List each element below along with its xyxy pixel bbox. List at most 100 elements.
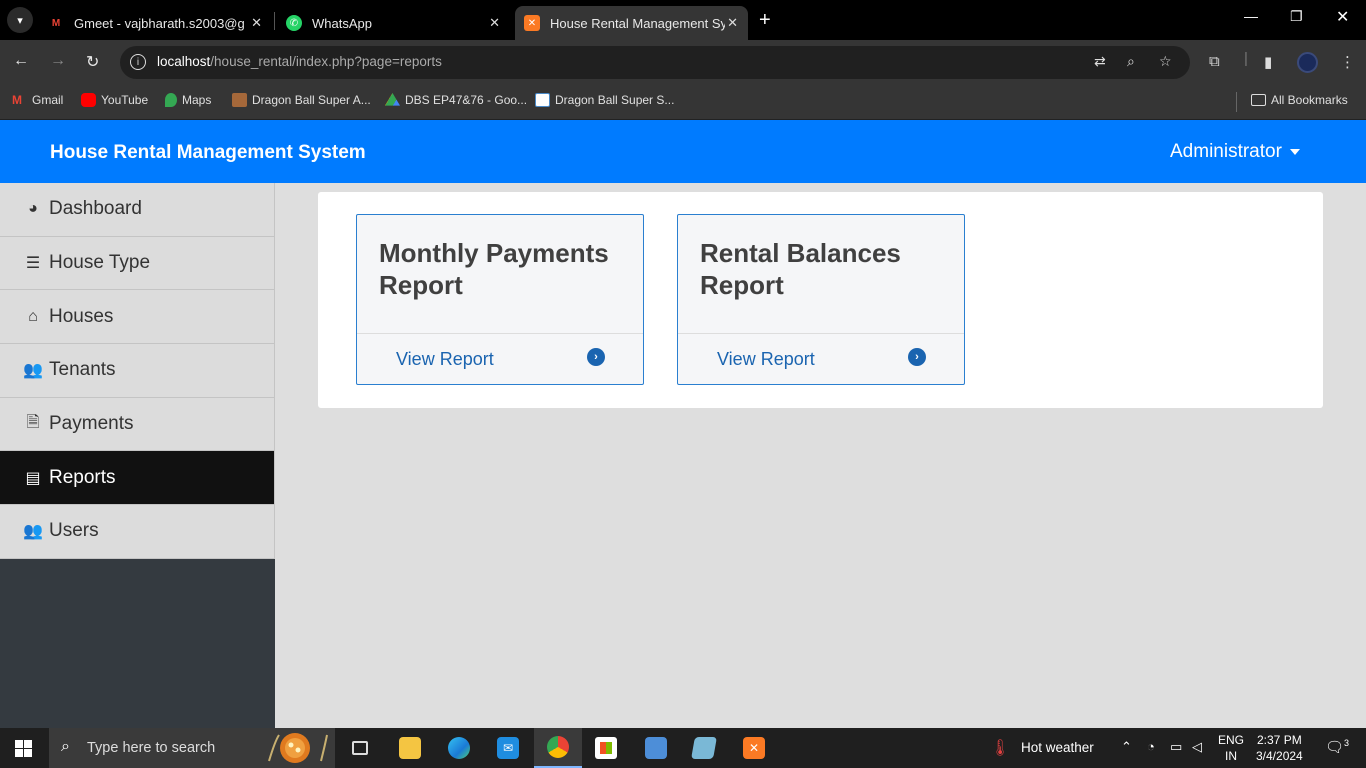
sidebar-item-house-type[interactable]: ☰ House Type — [0, 236, 275, 291]
bookmark-label: Dragon Ball Super S... — [555, 93, 675, 107]
reports-panel: Monthly Payments Report View Report › Re… — [318, 192, 1323, 408]
back-icon[interactable]: ← — [13, 52, 29, 70]
close-icon[interactable]: ✕ — [489, 15, 500, 31]
view-report-link[interactable]: View Report — [717, 349, 815, 370]
card-footer[interactable]: View Report › — [678, 333, 964, 385]
app-header: House Rental Management System Administr… — [0, 120, 1366, 183]
bookmark-dbs-a[interactable]: Dragon Ball Super A... — [232, 93, 371, 107]
file-invoice-icon: 🗎 — [26, 413, 40, 431]
file-explorer-icon[interactable] — [386, 728, 434, 768]
new-tab-button[interactable]: + — [759, 9, 771, 32]
maps-icon — [165, 93, 177, 107]
sidebar-item-tenants[interactable]: 👥 Tenants — [0, 344, 275, 398]
report-card-monthly-payments: Monthly Payments Report View Report › — [356, 214, 644, 385]
sidebar-item-label: Tenants — [49, 359, 116, 381]
reload-icon[interactable]: ↻ — [86, 52, 99, 72]
tab-house-rental[interactable]: ✕ House Rental Management System ✕ — [515, 6, 748, 40]
volume-icon[interactable]: ◁ — [1192, 739, 1202, 755]
sidebar-item-reports[interactable]: ▤ Reports — [0, 451, 275, 506]
sidebar-item-label: Payments — [49, 413, 134, 435]
bookmark-dbs-s[interactable]: Dragon Ball Super S... — [535, 93, 674, 107]
menu-icon[interactable]: ⋮ — [1340, 53, 1355, 71]
folder-icon — [1251, 94, 1266, 106]
chrome-icon[interactable] — [534, 728, 582, 768]
sidebar-item-label: Houses — [49, 305, 114, 327]
language-indicator[interactable]: ENG IN — [1218, 732, 1244, 764]
bookmark-gmail[interactable]: M Gmail — [12, 93, 63, 107]
bookmark-dbs-drive[interactable]: DBS EP47&76 - Goo... — [385, 93, 527, 107]
tab-gmeet[interactable]: M Gmeet - vajbharath.s2003@gmail.com ✕ — [40, 6, 272, 40]
tab-search-button[interactable]: ▾ — [7, 7, 33, 33]
clock[interactable]: 2:37 PM 3/4/2024 — [1256, 732, 1303, 764]
laptop-app-icon[interactable] — [632, 728, 680, 768]
user-dropdown[interactable]: Administrator — [1170, 141, 1300, 163]
bookmark-label: Dragon Ball Super A... — [252, 93, 371, 107]
chevron-up-icon[interactable]: ⌃ — [1121, 739, 1132, 755]
url-path: /house_rental/index.php?page=reports — [210, 54, 442, 69]
region-code: IN — [1225, 749, 1237, 763]
site-icon — [535, 93, 550, 107]
tab-title: WhatsApp — [312, 15, 372, 31]
bookmark-star-icon[interactable]: ☆ — [1159, 53, 1172, 70]
edge-icon[interactable] — [435, 728, 483, 768]
all-bookmarks-label: All Bookmarks — [1271, 93, 1348, 107]
sidebar-item-dashboard[interactable]: ◕ Dashboard — [0, 183, 275, 237]
task-view-icon[interactable] — [336, 728, 384, 768]
sidebar-item-houses[interactable]: ⌂ Houses — [0, 290, 275, 345]
sidebar: ◕ Dashboard ☰ House Type ⌂ Houses 👥 Tena… — [0, 183, 275, 728]
sidebar-item-label: Reports — [49, 466, 116, 488]
youtube-icon — [81, 93, 96, 107]
gmail-icon: M — [12, 93, 22, 107]
restore-icon[interactable]: ❐ — [1290, 8, 1303, 25]
gmail-icon: M — [51, 17, 61, 29]
bookmark-label: Maps — [182, 93, 212, 107]
chevron-circle-right-icon[interactable]: › — [908, 348, 926, 366]
site-info-icon[interactable]: i — [130, 54, 146, 70]
url-text[interactable]: localhost/house_rental/index.php?page=re… — [157, 54, 442, 69]
tab-title: House Rental Management System — [550, 15, 725, 31]
list-icon: ☰ — [25, 255, 41, 273]
view-report-link[interactable]: View Report — [396, 349, 494, 370]
weather-text[interactable]: Hot weather — [1021, 740, 1094, 755]
bookmark-maps[interactable]: Maps — [165, 93, 211, 107]
minimize-icon[interactable]: — — [1244, 8, 1258, 24]
notepad-icon[interactable] — [680, 728, 728, 768]
bookmark-youtube[interactable]: YouTube — [81, 93, 148, 107]
time-text: 2:37 PM — [1257, 733, 1302, 747]
tab-separator — [274, 12, 275, 30]
drive-icon — [385, 93, 400, 106]
window-close-icon[interactable]: ✕ — [1336, 7, 1349, 27]
card-title: Monthly Payments Report — [379, 238, 609, 300]
close-icon[interactable]: ✕ — [251, 15, 262, 31]
chevron-circle-right-icon[interactable]: › — [587, 348, 605, 366]
browser-toolbar: ← → ↻ i localhost/house_rental/index.php… — [0, 40, 1366, 85]
battery-icon[interactable]: ▭ — [1170, 739, 1182, 755]
windows-start-icon[interactable] — [15, 740, 32, 757]
toolbar-divider: | — [1244, 50, 1248, 67]
profile-avatar[interactable] — [1297, 52, 1318, 73]
tab-whatsapp[interactable]: ✆ WhatsApp ✕ — [278, 6, 510, 40]
bookmarks-divider — [1236, 92, 1237, 112]
tachometer-icon: ◕ — [28, 200, 38, 218]
extensions-icon[interactable]: ⧉ — [1209, 53, 1220, 70]
card-footer[interactable]: View Report › — [357, 333, 643, 385]
side-panel-icon[interactable]: ▮ — [1264, 53, 1272, 71]
all-bookmarks[interactable]: All Bookmarks — [1251, 93, 1348, 107]
sidebar-item-users[interactable]: 👥 Users — [0, 505, 275, 559]
image-icon — [232, 93, 247, 107]
translate-icon[interactable]: ⇄ — [1094, 53, 1106, 70]
wifi-icon[interactable]: ◔ — [1147, 739, 1155, 754]
sidebar-item-payments[interactable]: 🗎 Payments — [0, 397, 275, 452]
store-icon[interactable] — [582, 728, 630, 768]
xampp-taskbar-icon[interactable]: ✕ — [730, 728, 778, 768]
search-highlight-icon — [268, 733, 328, 763]
card-title: Rental Balances Report — [700, 238, 901, 300]
taskbar-search[interactable]: ⌕ Type here to search — [49, 728, 335, 768]
close-icon[interactable]: ✕ — [727, 15, 738, 31]
notifications-icon[interactable]: 🗨3 — [1325, 738, 1349, 756]
forward-icon[interactable]: → — [50, 52, 66, 70]
address-bar[interactable]: i localhost/house_rental/index.php?page=… — [120, 46, 1190, 79]
zoom-icon[interactable]: ⌕ — [1127, 53, 1135, 70]
mail-icon[interactable]: ✉ — [484, 728, 532, 768]
date-text: 3/4/2024 — [1256, 749, 1303, 763]
